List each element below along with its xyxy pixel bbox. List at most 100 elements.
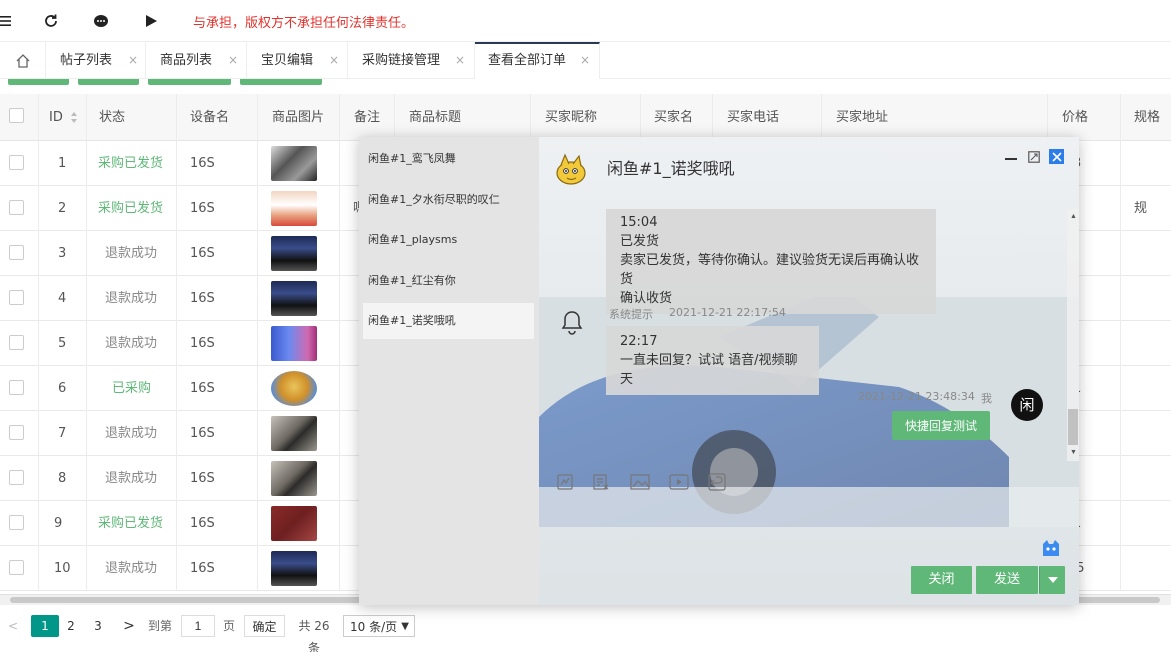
tab-label: 帖子列表 bbox=[60, 53, 113, 68]
contact-item-active[interactable]: 闲鱼#1_诺奖哦吼 bbox=[363, 303, 534, 339]
product-thumbnail[interactable] bbox=[271, 281, 317, 316]
contact-item[interactable]: 闲鱼#1_playsms bbox=[363, 222, 534, 258]
row-spec: 规格:U bbox=[1134, 201, 1161, 261]
disclaimer-notice: 与承担，版权方不承担任何法律责任。 bbox=[193, 16, 415, 31]
message-line: 已发货 bbox=[620, 234, 660, 249]
row-checkbox[interactable] bbox=[9, 245, 24, 260]
row-id: 8 bbox=[58, 471, 67, 486]
message-sender: 我 bbox=[981, 392, 992, 405]
prev-page-button[interactable]: < bbox=[4, 615, 22, 637]
page-3-button[interactable]: 3 bbox=[87, 615, 109, 637]
select-all-checkbox[interactable] bbox=[9, 108, 24, 123]
message-scrollbar[interactable]: ▲ ▼ bbox=[1067, 209, 1079, 461]
scroll-down-icon[interactable]: ▼ bbox=[1070, 449, 1077, 456]
col-note: 备注 bbox=[354, 110, 381, 125]
product-thumbnail[interactable] bbox=[271, 326, 317, 361]
tab-all-orders[interactable]: 查看全部订单 × bbox=[475, 42, 600, 79]
toolbar-button[interactable] bbox=[240, 79, 322, 85]
contact-item[interactable]: 闲鱼#1_鸾飞凤舞 bbox=[363, 141, 534, 177]
row-checkbox[interactable] bbox=[9, 515, 24, 530]
product-thumbnail[interactable] bbox=[271, 506, 317, 541]
toolbar-button[interactable] bbox=[8, 79, 69, 85]
col-id[interactable]: ID bbox=[49, 94, 63, 141]
chat-bubble-icon[interactable] bbox=[91, 11, 111, 31]
contact-list: 闲鱼#1_鸾飞凤舞 闲鱼#1_夕水衔尽职的叹仁 闲鱼#1_playsms 闲鱼#… bbox=[359, 137, 539, 605]
tab-home[interactable] bbox=[0, 42, 46, 79]
assistant-icon[interactable] bbox=[1040, 538, 1062, 561]
close-icon[interactable]: × bbox=[580, 42, 590, 79]
row-status: 退款成功 bbox=[105, 426, 158, 441]
product-thumbnail[interactable] bbox=[271, 416, 317, 451]
send-options-button[interactable] bbox=[1039, 566, 1065, 594]
page-2-button[interactable]: 2 bbox=[60, 615, 82, 637]
row-checkbox[interactable] bbox=[9, 200, 24, 215]
scroll-thumb[interactable] bbox=[1068, 409, 1078, 445]
goto-page-input[interactable] bbox=[181, 615, 215, 637]
page-size-select[interactable]: 10 条/页 ▼ bbox=[343, 615, 415, 637]
close-button[interactable]: 关闭 bbox=[911, 566, 972, 594]
template-icon[interactable] bbox=[590, 471, 612, 493]
col-buyer-nick: 买家昵称 bbox=[545, 110, 598, 125]
video-icon[interactable] bbox=[668, 471, 690, 493]
toolbar-button[interactable] bbox=[148, 79, 231, 85]
product-thumbnail[interactable] bbox=[271, 461, 317, 496]
next-page-button[interactable]: > bbox=[119, 615, 139, 637]
chevron-down-icon: ▼ bbox=[401, 621, 409, 632]
product-thumbnail[interactable] bbox=[271, 551, 317, 586]
row-checkbox[interactable] bbox=[9, 425, 24, 440]
product-thumbnail[interactable] bbox=[271, 191, 317, 226]
close-icon[interactable] bbox=[1049, 149, 1064, 164]
message-time: 2021-12-21 23:48:34 bbox=[858, 390, 975, 403]
row-checkbox[interactable] bbox=[9, 380, 24, 395]
row-status: 退款成功 bbox=[105, 561, 158, 576]
play-icon[interactable] bbox=[141, 11, 161, 31]
image-icon[interactable] bbox=[629, 471, 651, 493]
pagination: < 1 2 3 > 到第 页 确定 共 26 条 10 条/页 ▼ bbox=[0, 612, 1171, 652]
recall-icon[interactable] bbox=[706, 471, 728, 493]
my-avatar: 闲 bbox=[1011, 389, 1043, 421]
row-status: 退款成功 bbox=[105, 336, 158, 351]
product-thumbnail[interactable] bbox=[271, 371, 317, 406]
maximize-icon[interactable] bbox=[1026, 149, 1042, 165]
close-icon[interactable]: × bbox=[455, 42, 465, 79]
row-checkbox[interactable] bbox=[9, 155, 24, 170]
refresh-icon[interactable] bbox=[41, 11, 61, 31]
tab-products[interactable]: 商品列表 × bbox=[146, 42, 247, 79]
sort-icon[interactable] bbox=[70, 111, 78, 127]
quick-reply-icon[interactable] bbox=[554, 471, 576, 493]
goto-label: 到第 bbox=[148, 619, 173, 633]
row-checkbox[interactable] bbox=[9, 560, 24, 575]
product-thumbnail[interactable] bbox=[271, 236, 317, 271]
contact-item[interactable]: 闲鱼#1_夕水衔尽职的叹仁 bbox=[363, 182, 534, 218]
contact-item[interactable]: 闲鱼#1_红尘有你 bbox=[363, 263, 534, 299]
tab-posts[interactable]: 帖子列表 × bbox=[46, 42, 146, 79]
col-status: 状态 bbox=[99, 110, 126, 125]
row-id: 3 bbox=[58, 246, 67, 261]
chat-title: 闲鱼#1_诺奖哦吼 bbox=[607, 159, 735, 178]
product-thumbnail[interactable] bbox=[271, 146, 317, 181]
message-bubble: 15:04 已发货 卖家已发货，等待你确认。建议验货无误后再确认收货 确认收货 bbox=[606, 209, 936, 314]
minimize-icon[interactable] bbox=[1003, 149, 1019, 165]
chat-header: 闲鱼#1_诺奖哦吼 bbox=[539, 137, 1079, 197]
row-checkbox[interactable] bbox=[9, 470, 24, 485]
toolbar-button[interactable] bbox=[78, 79, 139, 85]
close-icon[interactable]: × bbox=[329, 42, 339, 79]
tab-purchase-links[interactable]: 采购链接管理 × bbox=[348, 42, 475, 79]
col-buyer-name: 买家名 bbox=[654, 110, 694, 125]
message-sender: 系统提示 bbox=[609, 308, 653, 321]
tab-label: 商品列表 bbox=[160, 53, 213, 68]
tab-item-edit[interactable]: 宝贝编辑 × bbox=[247, 42, 348, 79]
row-id: 9 bbox=[54, 516, 63, 531]
row-checkbox[interactable] bbox=[9, 335, 24, 350]
close-icon[interactable]: × bbox=[228, 42, 238, 79]
close-icon[interactable]: × bbox=[128, 42, 138, 79]
row-id: 7 bbox=[58, 426, 67, 441]
row-device: 16S bbox=[190, 246, 215, 261]
page-1-button[interactable]: 1 bbox=[31, 615, 59, 637]
scroll-up-icon[interactable]: ▲ bbox=[1070, 213, 1077, 220]
send-button[interactable]: 发送 bbox=[976, 566, 1038, 594]
menu-icon[interactable] bbox=[0, 11, 14, 31]
goto-confirm-button[interactable]: 确定 bbox=[244, 615, 285, 637]
message-bubble-mine: 快捷回复测试 bbox=[892, 411, 991, 440]
row-checkbox[interactable] bbox=[9, 290, 24, 305]
